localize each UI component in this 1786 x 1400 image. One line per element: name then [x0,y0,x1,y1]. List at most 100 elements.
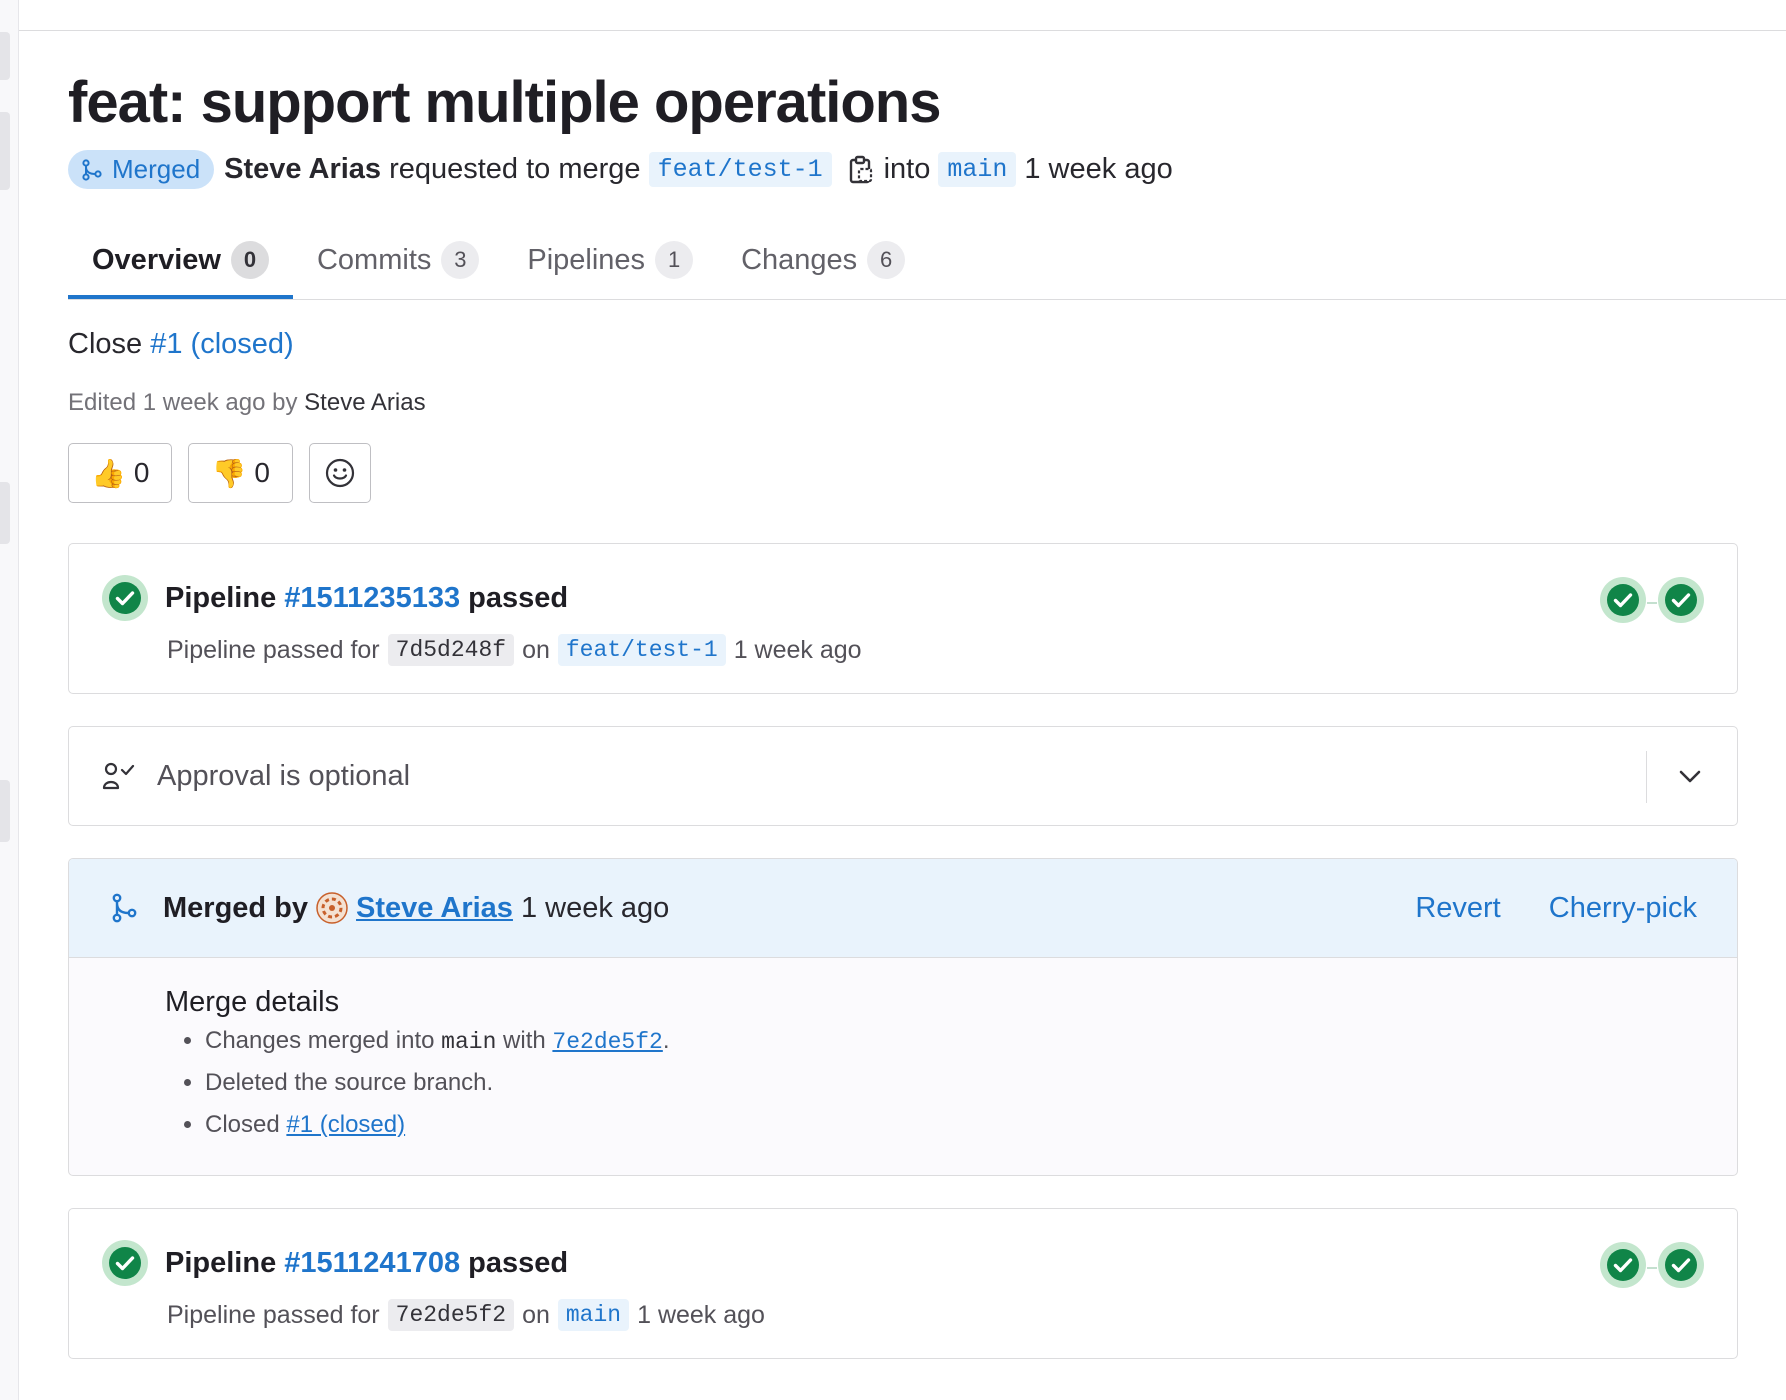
thumbs-down-count: 0 [254,457,270,488]
merged-time: 1 week ago [520,891,670,924]
into-text: into [883,153,931,185]
sidebar-nub [0,780,10,842]
add-reaction-button[interactable] [308,443,371,503]
tab-label: Commits [316,243,432,276]
tab-count: 1 [655,241,694,279]
pipeline-widget: Pipeline #1511235133 passed Pipeline pas… [68,543,1738,694]
item-text: Closed [205,1111,280,1138]
tab-count: 6 [867,241,906,279]
tab-label: Changes [741,243,858,276]
edited-by[interactable]: Steve Arias [304,389,425,416]
merged-widget: Merged by Steve Arias 1 week ago Revert … [68,858,1738,1176]
success-status-icon[interactable] [101,1239,149,1287]
merged-header: Merged by Steve Arias 1 week ago Revert … [69,859,1737,958]
mr-tabs: Overview 0 Commits 3 Pipelines 1 Changes… [68,223,1786,300]
tab-commits[interactable]: Commits 3 [293,223,503,299]
approval-text: Approval is optional [157,759,411,792]
left-sidebar-edge [0,0,19,1400]
stage-success-icon[interactable] [1657,1241,1705,1294]
revert-button[interactable]: Revert [1415,892,1500,925]
merge-icon [109,892,139,924]
status-badge-label: Merged [112,154,201,184]
stage-success-icon[interactable] [1599,1241,1647,1294]
commit-sha[interactable]: 7e2de5f2 [387,1299,515,1331]
copy-branch-button[interactable] [848,155,874,185]
tab-label: Overview [92,243,221,276]
pipeline-branch[interactable]: main [557,1299,630,1331]
requested-text: requested to merge [389,153,641,185]
edited-info: Edited 1 week ago by Steve Arias [68,389,1786,417]
reactions: 👍 0 👎 0 [68,443,1786,503]
pipeline-widget: Pipeline #1511241708 passed Pipeline pas… [68,1208,1738,1359]
sidebar-nub [0,112,10,190]
issue-link[interactable]: #1 (closed) [150,328,293,360]
success-status-icon[interactable] [101,574,149,622]
closed-issue-link[interactable]: #1 (closed) [286,1111,405,1138]
thumbs-up-button[interactable]: 👍 0 [68,443,173,503]
merge-commit-link[interactable]: 7e2de5f2 [552,1029,662,1055]
mr-time: 1 week ago [1024,153,1173,185]
merge-request-main: feat: support multiple operations Merged… [68,66,1786,1359]
pipeline-label: Pipeline [165,581,277,614]
thumbs-down-button[interactable]: 👎 0 [188,443,293,503]
approval-widget: Approval is optional [68,726,1738,826]
pipeline-stages [1599,576,1705,629]
approval-icon [101,760,137,792]
avatar[interactable] [316,892,348,924]
thumbs-up-icon: 👍 [91,457,126,489]
tab-overview[interactable]: Overview 0 [68,223,293,299]
top-divider [19,30,1786,31]
stage-connector [1647,1266,1657,1269]
chevron-down-icon[interactable] [1675,761,1705,791]
tab-changes[interactable]: Changes 6 [717,223,929,299]
list-item: Changes merged into main with 7e2de5f2. [205,1027,1737,1055]
smiley-icon [325,458,355,488]
tab-count: 0 [230,241,269,279]
item-text: . [662,1027,670,1054]
list-item: Closed #1 (closed) [205,1111,1737,1139]
pipeline-time: 1 week ago [637,1300,765,1329]
merge-details-title: Merge details [165,986,340,1018]
pipeline-id-link[interactable]: #1511241708 [284,1247,460,1280]
on-text: on [522,1300,550,1329]
merged-by-label: Merged by [163,891,309,924]
merge-icon [82,158,102,181]
merge-details-list: Changes merged into main with 7e2de5f2. … [165,1027,1737,1139]
stage-success-icon[interactable] [1657,576,1705,629]
page-title: feat: support multiple operations [68,70,942,135]
item-text: with [503,1027,546,1054]
pipeline-time: 1 week ago [733,635,862,664]
mr-meta: Merged Steve Arias requested to merge fe… [68,150,1786,189]
pipeline-detail-prefix: Pipeline passed for [167,635,380,664]
pipeline-detail-prefix: Pipeline passed for [167,1300,380,1329]
stage-success-icon[interactable] [1599,576,1647,629]
author-name[interactable]: Steve Arias [224,153,381,186]
pipeline-status: passed [468,581,569,614]
mr-description: Close #1 (closed) [68,328,1786,361]
list-item: Deleted the source branch. [205,1069,1737,1097]
pipeline-branch[interactable]: feat/test-1 [557,634,726,666]
status-badge: Merged [68,150,215,189]
clipboard-icon [849,155,872,183]
pipeline-id-link[interactable]: #1511235133 [284,582,460,615]
pipeline-stages [1599,1241,1705,1294]
thumbs-up-count: 0 [133,457,150,488]
sidebar-nub [0,32,10,80]
tab-pipelines[interactable]: Pipelines 1 [503,223,717,299]
pipeline-label: Pipeline [165,1246,277,1279]
pipeline-status: passed [468,1246,569,1279]
commit-sha[interactable]: 7d5d248f [387,634,515,666]
thumbs-down-icon: 👎 [211,457,247,489]
tab-label: Pipelines [527,243,646,276]
source-branch[interactable]: feat/test-1 [648,152,832,187]
description-prefix: Close [68,328,143,360]
on-text: on [522,635,550,664]
merged-branch: main [441,1029,497,1055]
approval-divider [1646,751,1647,803]
edited-prefix: Edited 1 week ago by [68,389,298,416]
sidebar-nub [0,482,10,544]
merged-actions: Revert Cherry-pick [1367,859,1697,957]
cherry-pick-button[interactable]: Cherry-pick [1549,892,1697,925]
merged-by-user-link[interactable]: Steve Arias [356,892,513,925]
target-branch[interactable]: main [938,152,1017,187]
